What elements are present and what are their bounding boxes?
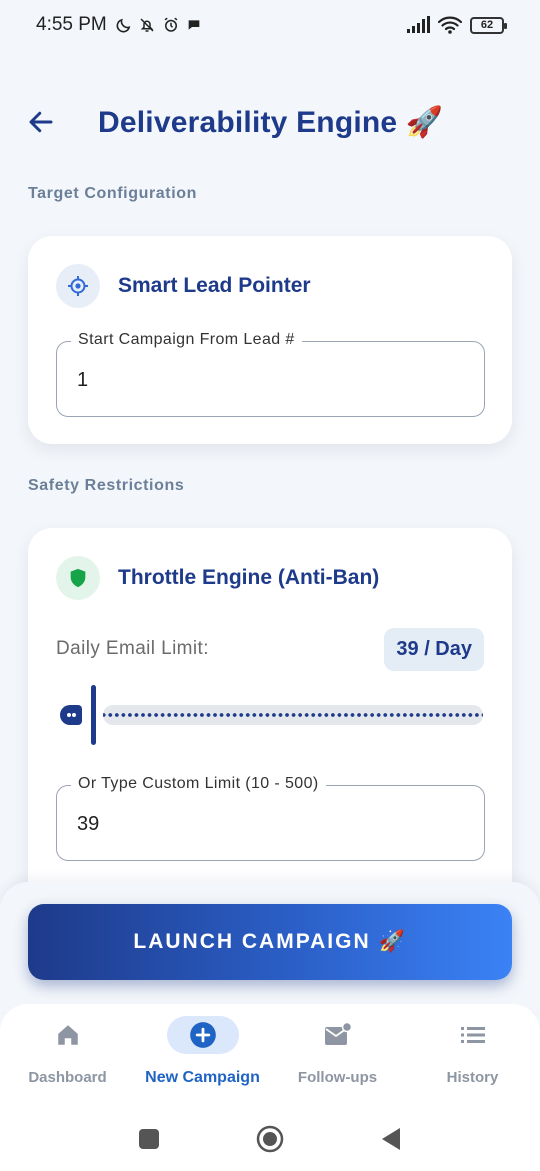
page-title: Deliverability Engine 🚀 [98, 105, 444, 139]
wifi-icon [438, 16, 462, 34]
section-label-safety: Safety Restrictions [28, 477, 185, 494]
daily-limit-row: Daily Email Limit: 39 / Day [56, 627, 484, 671]
custom-limit-input[interactable] [77, 806, 457, 842]
home-button-icon[interactable] [256, 1125, 284, 1153]
nav-item-history[interactable]: History [405, 1004, 540, 1106]
nav-item-new-campaign[interactable]: New Campaign [135, 1004, 270, 1106]
start-lead-input[interactable] [77, 362, 457, 398]
battery-level: 62 [480, 19, 494, 31]
bottom-nav: Dashboard New Campaign Follow-ups Histor… [0, 1004, 540, 1106]
field-label: Or Type Custom Limit (10 - 500) [71, 775, 326, 793]
battery-icon: 62 [470, 16, 507, 34]
daily-limit-label: Daily Email Limit: [56, 638, 209, 659]
chat-bubble-icon [188, 20, 200, 30]
arrow-left-icon [29, 111, 53, 133]
card-title: Throttle Engine (Anti-Ban) [118, 566, 380, 589]
recents-icon[interactable] [138, 1128, 160, 1150]
nav-label: History [446, 1069, 499, 1086]
launch-campaign-label: LAUNCH CAMPAIGN 🚀 [133, 930, 407, 953]
moon-icon [116, 18, 131, 32]
status-right: 62 [406, 16, 507, 34]
alarm-icon [164, 17, 178, 32]
slider-track-active [60, 705, 82, 725]
field-label: Start Campaign From Lead # [71, 331, 302, 349]
daily-limit-slider[interactable] [56, 685, 485, 745]
status-bar: 4:55 PM 62 [0, 0, 540, 50]
add-circle-icon [166, 1016, 239, 1054]
mail-notification-icon [302, 1016, 374, 1054]
home-icon [32, 1016, 104, 1054]
nav-item-follow-ups[interactable]: Follow-ups [270, 1004, 405, 1106]
list-icon [437, 1016, 509, 1054]
custom-limit-field: Or Type Custom Limit (10 - 500) [56, 775, 485, 861]
status-time: 4:55 PM [36, 14, 107, 35]
header: Deliverability Engine 🚀 [24, 96, 516, 148]
card-title: Smart Lead Pointer [118, 274, 311, 297]
throttle-engine-card: Throttle Engine (Anti-Ban) Daily Email L… [28, 528, 512, 908]
back-triangle-icon[interactable] [380, 1127, 402, 1151]
launch-area: LAUNCH CAMPAIGN 🚀 [0, 882, 540, 1012]
slider-track-inactive [103, 705, 483, 725]
signal-icon [407, 16, 430, 33]
start-lead-field: Start Campaign From Lead # [56, 331, 485, 417]
nav-item-dashboard[interactable]: Dashboard [0, 1004, 135, 1106]
nav-label: Dashboard [28, 1069, 107, 1086]
shield-icon [56, 556, 100, 600]
status-left: 4:55 PM [36, 14, 202, 36]
card-header: Throttle Engine (Anti-Ban) [56, 556, 379, 600]
system-nav-bar [0, 1106, 540, 1171]
daily-limit-badge: 39 / Day [384, 627, 484, 671]
slider-thumb[interactable] [91, 685, 96, 745]
smart-lead-pointer-card: Smart Lead Pointer Start Campaign From L… [28, 236, 512, 444]
bell-off-icon [140, 18, 154, 32]
nav-label: New Campaign [145, 1069, 260, 1086]
crosshair-icon [56, 264, 100, 308]
card-header: Smart Lead Pointer [56, 264, 311, 308]
launch-campaign-button[interactable]: LAUNCH CAMPAIGN 🚀 [28, 904, 512, 980]
nav-label: Follow-ups [297, 1069, 378, 1086]
back-button[interactable] [24, 105, 58, 139]
section-label-target: Target Configuration [28, 185, 198, 202]
status-icons-left [115, 16, 202, 34]
